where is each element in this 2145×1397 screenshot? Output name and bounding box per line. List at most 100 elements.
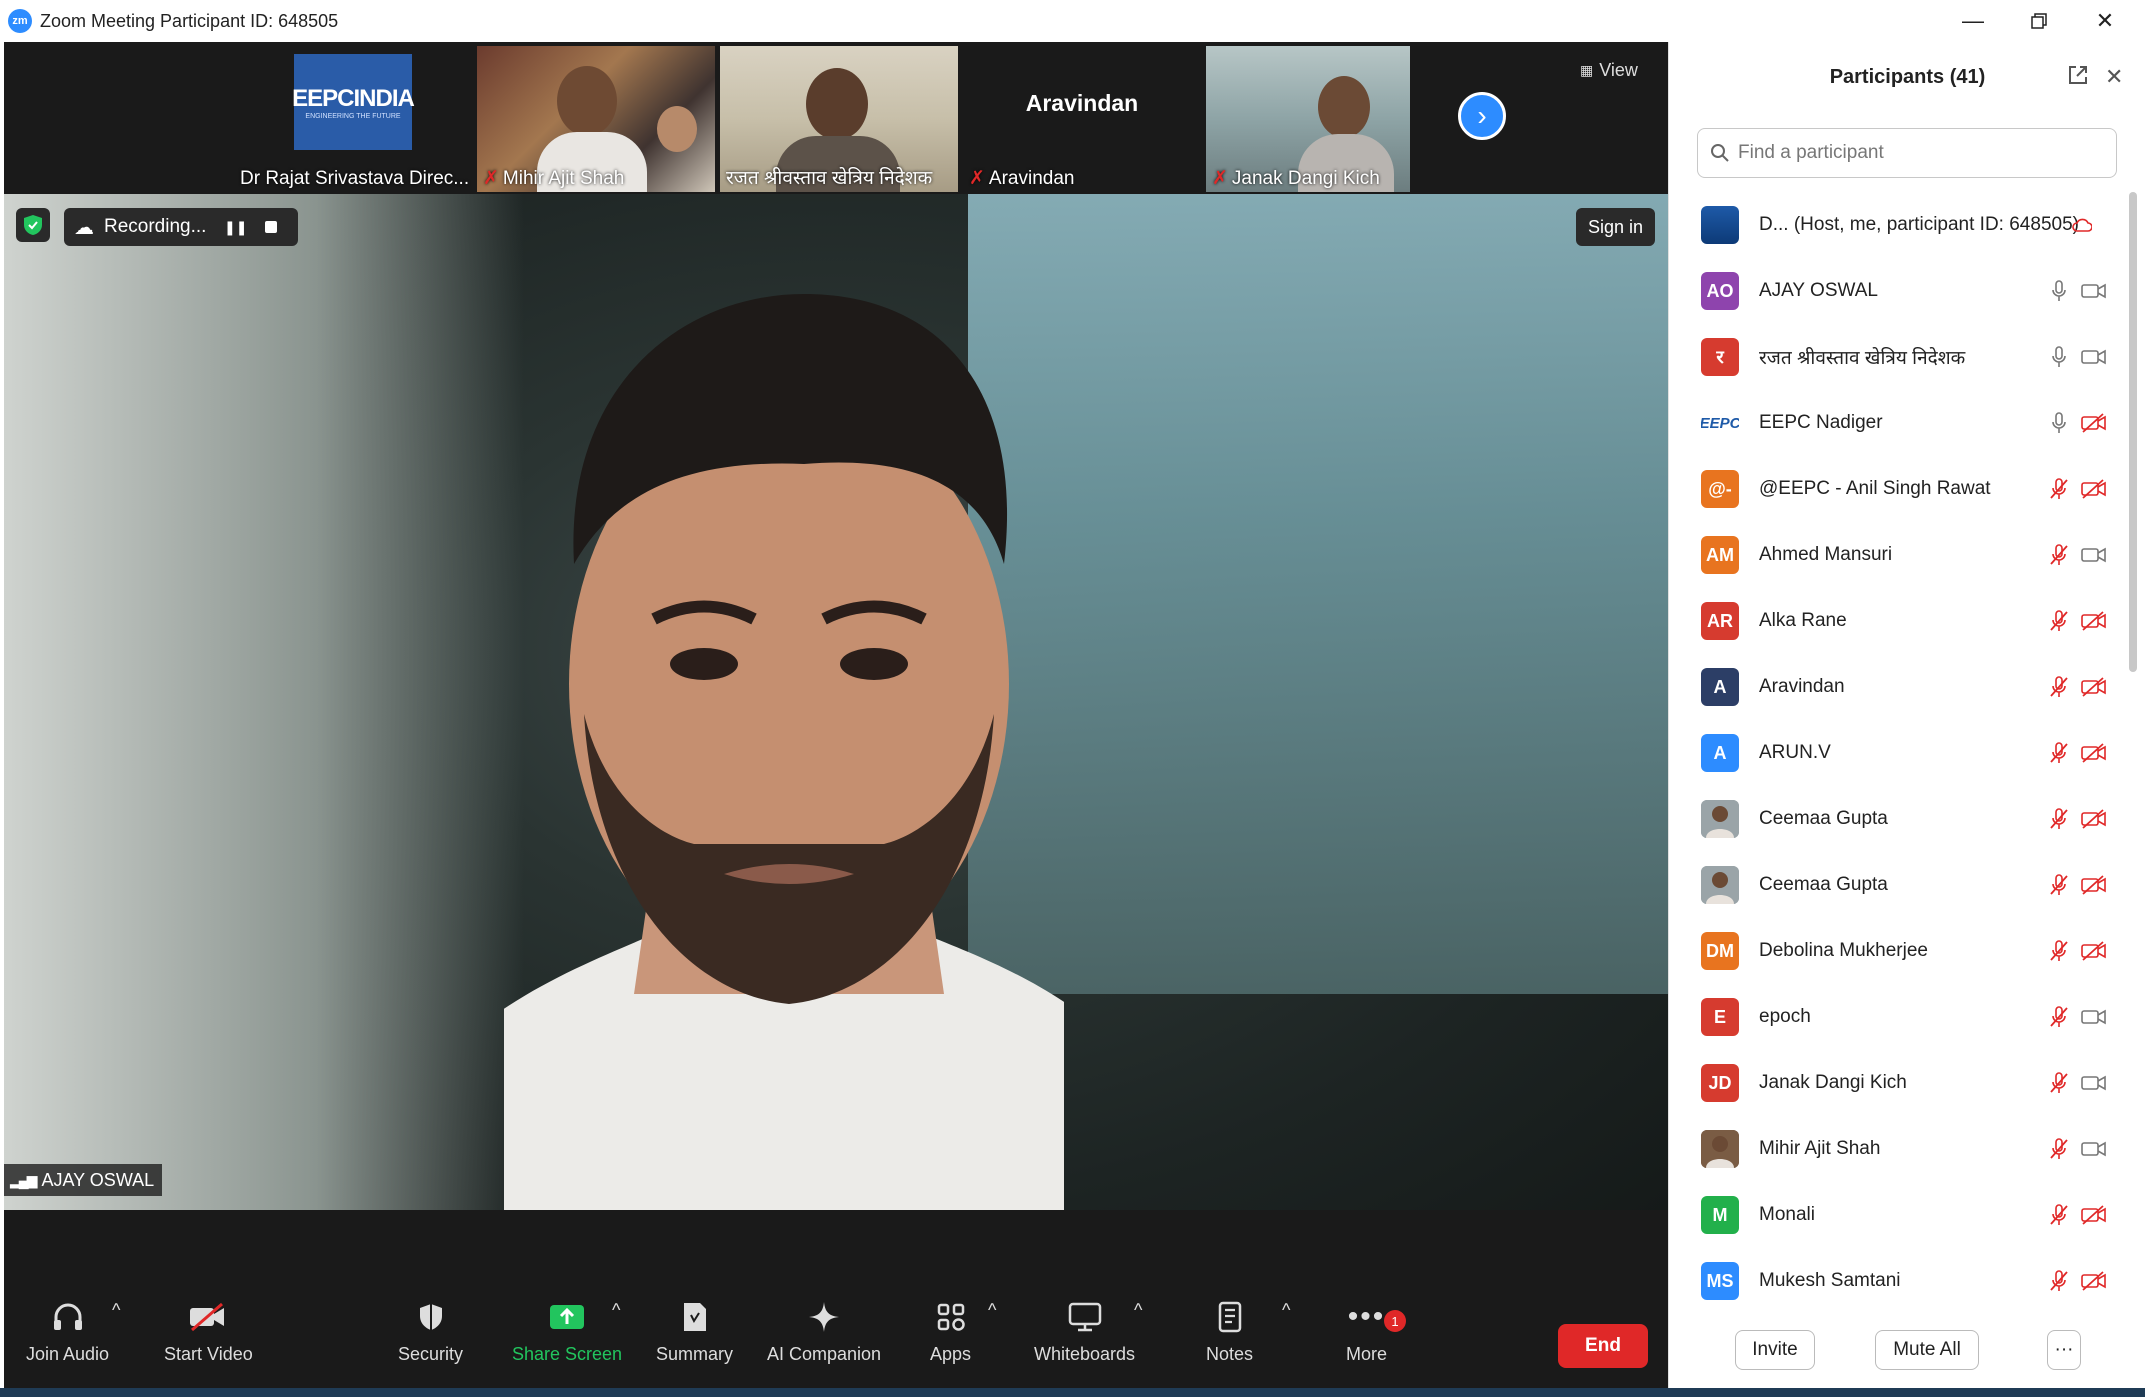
participant-row[interactable]: @- @EEPC - Anil Singh Rawat <box>1669 456 2129 522</box>
mic-muted-icon: ✗ <box>1212 168 1228 189</box>
video-camera-icon[interactable] <box>2077 348 2111 366</box>
mic-muted-icon[interactable] <box>2044 874 2074 896</box>
summary-button[interactable]: Summary <box>656 1300 733 1365</box>
mic-muted-icon: ✗ <box>969 168 985 189</box>
security-shield-icon[interactable] <box>16 208 50 242</box>
mic-muted-icon[interactable] <box>2044 742 2074 764</box>
participant-list-scrollbar[interactable] <box>2129 192 2137 672</box>
start-video-button[interactable]: Start Video <box>164 1300 253 1365</box>
mic-muted-icon[interactable] <box>2044 1006 2074 1028</box>
participant-row[interactable]: Ceemaa Gupta <box>1669 786 2129 852</box>
more-button[interactable]: ••• More <box>1346 1300 1387 1365</box>
speaker-figure <box>504 294 1064 1210</box>
mic-icon[interactable] <box>2044 346 2074 368</box>
participant-row[interactable]: A ARUN.V <box>1669 720 2129 786</box>
mic-muted-icon[interactable] <box>2044 544 2074 566</box>
video-off-icon[interactable] <box>2077 743 2111 763</box>
whiteboards-button[interactable]: Whiteboards <box>1034 1300 1135 1365</box>
close-window-button[interactable]: ✕ <box>2072 0 2138 42</box>
invite-button[interactable]: Invite <box>1735 1330 1815 1370</box>
video-off-icon[interactable] <box>2077 1271 2111 1291</box>
thumbnail-tile[interactable]: ✗ Mihir Ajit Shah <box>477 46 715 192</box>
participant-row[interactable]: AO AJAY OSWAL <box>1669 258 2129 324</box>
participant-row[interactable]: Eepoch <box>1669 984 2129 1050</box>
participant-row[interactable]: MS Mukesh Samtani <box>1669 1248 2129 1314</box>
participant-row[interactable]: र रजत श्रीवस्ताव खेत्रिय निदेशक <box>1669 324 2129 390</box>
window-title: Zoom Meeting Participant ID: 648505 <box>40 10 339 31</box>
pause-recording-button[interactable]: ❚❚ <box>224 219 247 236</box>
thumbnail-tile[interactable]: EEPCINDIA ENGINEERING THE FUTURE Dr Raja… <box>234 46 472 192</box>
video-off-icon[interactable] <box>2077 677 2111 697</box>
video-camera-icon[interactable] <box>2077 282 2111 300</box>
video-camera-icon[interactable] <box>2077 546 2111 564</box>
more-options-button[interactable]: ··· <box>2047 1330 2081 1370</box>
thumbnail-big-name: Aravindan <box>1025 90 1139 116</box>
notes-button[interactable]: Notes <box>1206 1300 1253 1365</box>
video-off-icon[interactable] <box>2077 941 2111 961</box>
video-camera-icon[interactable] <box>2077 1008 2111 1026</box>
participant-row[interactable]: JD Janak Dangi Kich <box>1669 1050 2129 1116</box>
participant-name: Alka Rane <box>1759 610 1847 631</box>
zoom-logo-icon: zm <box>8 9 32 33</box>
audio-options-caret-icon[interactable]: ^ <box>112 1300 120 1321</box>
video-off-icon[interactable] <box>2077 809 2111 829</box>
thumbnail-tile[interactable]: Aravindan ✗ Aravindan <box>963 46 1201 192</box>
mute-all-button[interactable]: Mute All <box>1875 1330 1979 1370</box>
notes-options-caret-icon[interactable]: ^ <box>1282 1300 1290 1321</box>
end-meeting-button[interactable]: End <box>1558 1324 1648 1368</box>
video-off-icon[interactable] <box>2077 875 2111 895</box>
video-off-icon[interactable] <box>2077 479 2111 499</box>
video-off-icon[interactable] <box>2077 413 2111 433</box>
sign-in-button[interactable]: Sign in <box>1576 208 1656 246</box>
participant-row[interactable]: Ceemaa Gupta <box>1669 852 2129 918</box>
mic-muted-icon[interactable] <box>2044 808 2074 830</box>
mic-muted-icon[interactable] <box>2044 1072 2074 1094</box>
participant-row[interactable]: A Aravindan <box>1669 654 2129 720</box>
share-options-caret-icon[interactable]: ^ <box>612 1300 620 1321</box>
participant-row[interactable]: M Monali <box>1669 1182 2129 1248</box>
restore-button[interactable] <box>2006 0 2072 42</box>
pop-out-icon[interactable] <box>2067 64 2089 92</box>
participant-row[interactable]: AR Alka Rane <box>1669 588 2129 654</box>
mic-muted-icon[interactable] <box>2044 1138 2074 1160</box>
participant-name: @EEPC - Anil Singh Rawat <box>1759 478 1991 499</box>
mic-muted-icon[interactable] <box>2044 1204 2074 1226</box>
participant-name: Mihir Ajit Shah <box>1759 1138 1881 1159</box>
participant-row[interactable]: EEPC EEPC Nadiger <box>1669 390 2129 456</box>
participant-row[interactable]: Mihir Ajit Shah <box>1669 1116 2129 1182</box>
close-panel-icon[interactable]: ✕ <box>2105 64 2123 90</box>
participant-row[interactable]: DM Debolina Mukherjee <box>1669 918 2129 984</box>
video-off-icon[interactable] <box>2077 611 2111 631</box>
apps-button[interactable]: Apps <box>930 1300 971 1365</box>
mic-muted-icon[interactable] <box>2044 940 2074 962</box>
mic-muted-icon[interactable] <box>2044 610 2074 632</box>
participant-row[interactable]: AM Ahmed Mansuri <box>1669 522 2129 588</box>
thumbnail-tile[interactable]: रजत श्रीवस्ताव खेत्रिय निदेशक <box>720 46 958 192</box>
participant-name: रजत श्रीवस्ताव खेत्रिय निदेशक <box>1759 348 1966 369</box>
video-off-icon[interactable] <box>2077 1205 2111 1225</box>
avatar: र <box>1701 338 1739 376</box>
minimize-button[interactable]: — <box>1940 0 2006 42</box>
mic-muted-icon[interactable] <box>2044 478 2074 500</box>
apps-options-caret-icon[interactable]: ^ <box>988 1300 996 1321</box>
headphones-icon <box>52 1300 84 1334</box>
security-button[interactable]: Security <box>398 1300 463 1365</box>
view-button[interactable]: ▦ View <box>1580 60 1638 81</box>
thumbnail-tile[interactable]: ✗ Janak Dangi Kich <box>1206 46 1410 192</box>
next-page-arrow-icon[interactable]: › <box>1458 92 1506 140</box>
mic-muted-icon[interactable] <box>2044 1270 2074 1292</box>
whiteboard-options-caret-icon[interactable]: ^ <box>1134 1300 1142 1321</box>
stop-recording-button[interactable] <box>265 221 278 233</box>
ai-companion-button[interactable]: AI Companion <box>767 1300 881 1365</box>
mic-icon[interactable] <box>2044 280 2074 302</box>
video-camera-icon[interactable] <box>2077 1140 2111 1158</box>
join-audio-button[interactable]: Join Audio <box>26 1300 109 1365</box>
share-screen-button[interactable]: Share Screen <box>512 1300 622 1365</box>
avatar: AM <box>1701 536 1739 574</box>
search-input[interactable] <box>1738 142 2098 164</box>
mic-icon[interactable] <box>2044 412 2074 434</box>
mic-muted-icon[interactable] <box>2044 676 2074 698</box>
video-camera-icon[interactable] <box>2077 1074 2111 1092</box>
meeting-area: EEPCINDIA ENGINEERING THE FUTURE Dr Raja… <box>4 42 1668 1390</box>
participant-row[interactable]: D... (Host, me, participant ID: 648505) <box>1669 192 2129 258</box>
